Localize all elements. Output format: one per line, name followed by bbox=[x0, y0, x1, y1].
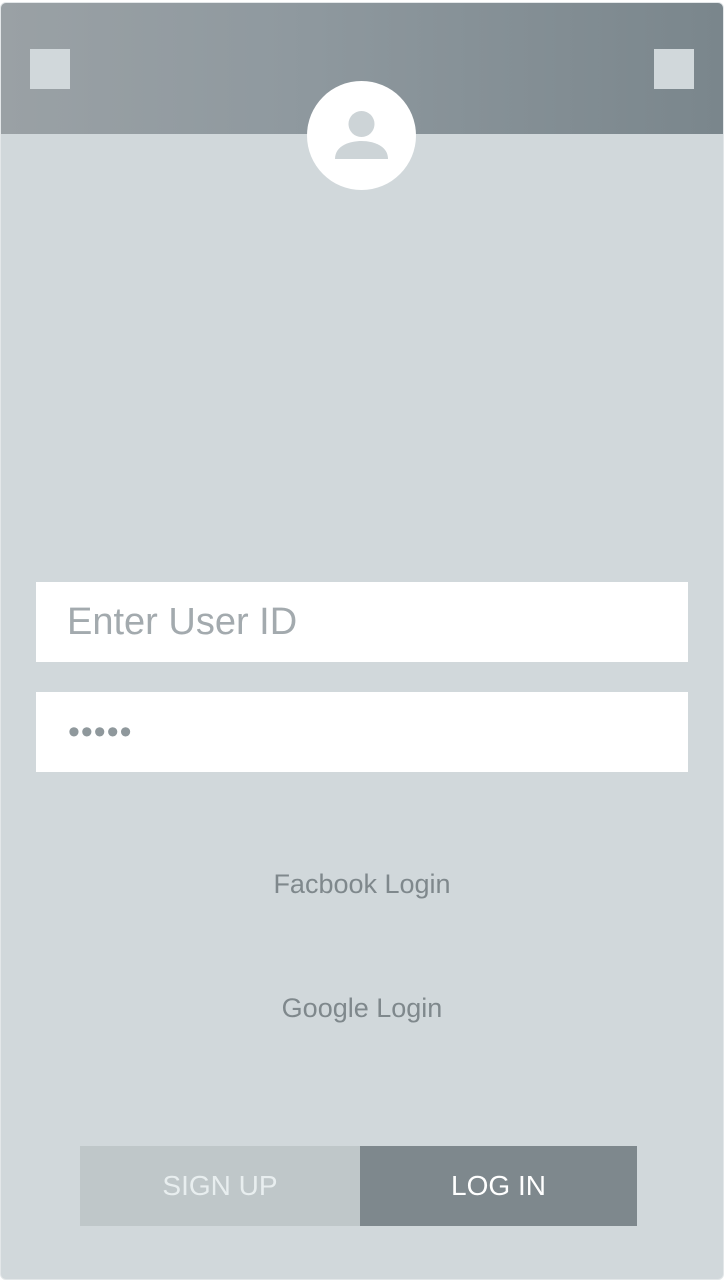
signup-button[interactable]: SIGN UP bbox=[80, 1146, 360, 1226]
userid-field[interactable] bbox=[36, 582, 688, 662]
facebook-login-link[interactable]: Facbook Login bbox=[1, 869, 723, 900]
password-field[interactable]: ••••• bbox=[36, 692, 688, 772]
userid-input[interactable] bbox=[36, 582, 688, 662]
login-screen: ••••• Facbook Login Google Login SIGN UP… bbox=[0, 2, 724, 1280]
header-right-button[interactable] bbox=[654, 49, 694, 89]
person-icon bbox=[335, 111, 388, 159]
password-dots: ••••• bbox=[68, 712, 133, 751]
login-button[interactable]: LOG IN bbox=[360, 1146, 637, 1226]
header-left-button[interactable] bbox=[30, 49, 70, 89]
google-login-link[interactable]: Google Login bbox=[1, 993, 723, 1024]
user-avatar-icon[interactable] bbox=[307, 81, 416, 190]
